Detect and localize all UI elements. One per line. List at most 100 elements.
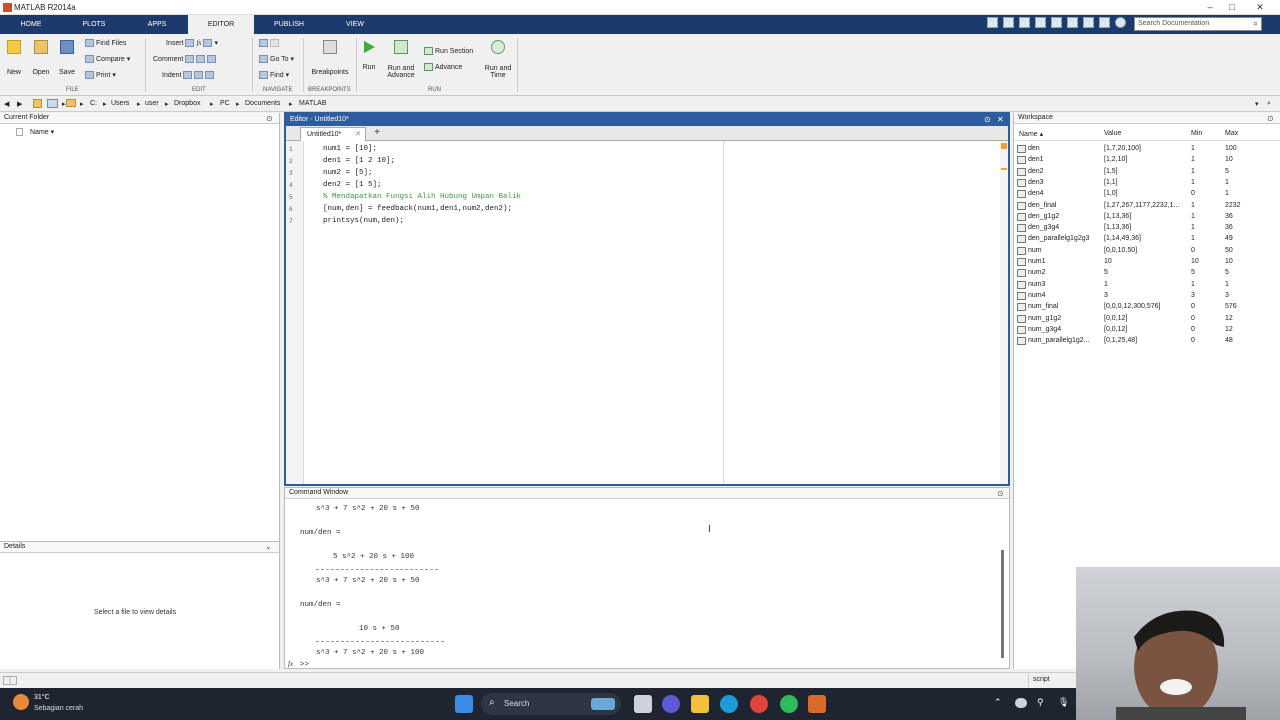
find-button[interactable]: Find ▾ bbox=[259, 71, 289, 80]
switch-windows-icon[interactable] bbox=[1099, 17, 1110, 28]
breadcrumb-dropbox[interactable]: Dropbox bbox=[174, 100, 200, 107]
workspace-row[interactable]: den1 [1,2,10] 1 10 bbox=[1014, 155, 1280, 166]
save-button[interactable]: Save bbox=[57, 40, 77, 76]
workspace-row[interactable]: num_g3g4 [0,0,12] 0 12 bbox=[1014, 325, 1280, 336]
fx-icon[interactable]: fx bbox=[288, 660, 293, 668]
address-dropdown-icon[interactable]: ▾ bbox=[1255, 100, 1259, 108]
search-folder-icon[interactable]: ⌕ bbox=[1267, 100, 1271, 108]
matlab-taskbar-icon[interactable] bbox=[808, 695, 826, 713]
warning-marker[interactable] bbox=[1001, 168, 1007, 170]
maximize-button[interactable]: □ bbox=[1222, 1, 1242, 13]
paste-icon[interactable] bbox=[1051, 17, 1062, 28]
workspace-row[interactable]: den2 [1,5] 1 5 bbox=[1014, 167, 1280, 178]
command-window[interactable]: Command Window ⊙ s^3 + 7 s^2 + 20 s + 50… bbox=[284, 487, 1010, 669]
minimize-button[interactable]: – bbox=[1200, 1, 1220, 13]
editor-actions-icon[interactable]: ⊙ bbox=[984, 115, 991, 124]
run-and-time-button[interactable]: Run and Time bbox=[482, 40, 514, 79]
taskbar-search[interactable]: ⌕ Search bbox=[481, 693, 621, 715]
workspace-row[interactable]: den_final [1,27,267,1177,2232,1... 1 2232 bbox=[1014, 201, 1280, 212]
panel-actions-icon[interactable]: ⊙ bbox=[266, 114, 273, 123]
workspace-row[interactable]: num [0,0,10,50] 0 50 bbox=[1014, 246, 1280, 257]
search-icon[interactable]: ⌕ bbox=[1254, 19, 1258, 29]
tab-plots[interactable]: PLOTS bbox=[62, 15, 126, 34]
command-scrollbar[interactable] bbox=[1001, 550, 1004, 658]
code-line[interactable]: den1 = [1 2 10]; bbox=[323, 157, 395, 165]
code-line[interactable]: num2 = [5]; bbox=[323, 169, 373, 177]
compare-button[interactable]: Compare ▾ bbox=[85, 55, 130, 64]
tab-view[interactable]: VIEW bbox=[324, 15, 386, 34]
panel-actions-icon[interactable]: ⊙ bbox=[997, 489, 1004, 498]
breadcrumb-c[interactable]: C: bbox=[90, 100, 97, 107]
breadcrumb-pc[interactable]: PC bbox=[220, 100, 230, 107]
breadcrumb-user[interactable]: user bbox=[145, 100, 159, 107]
workspace-row[interactable]: num2 5 5 5 bbox=[1014, 268, 1280, 279]
tab-untitled10[interactable]: Untitled10* ✕ bbox=[300, 127, 366, 141]
indent-button[interactable]: Indent bbox=[162, 71, 216, 79]
weather-icon[interactable] bbox=[13, 694, 29, 710]
back-icon[interactable]: ◀ bbox=[4, 100, 9, 108]
editor-scrollbar[interactable] bbox=[1000, 141, 1008, 484]
chevron-up-icon[interactable]: ⌃ bbox=[994, 697, 1002, 708]
tab-editor[interactable]: EDITOR bbox=[188, 15, 254, 34]
chrome-icon[interactable] bbox=[750, 695, 768, 713]
min-column-header[interactable]: Min bbox=[1191, 130, 1202, 137]
workspace-row[interactable]: den4 [1,0] 0 1 bbox=[1014, 189, 1280, 200]
forward-icon[interactable]: ▶ bbox=[17, 100, 22, 108]
tab-home[interactable]: HOME bbox=[0, 15, 62, 34]
workspace-row[interactable]: den_g3g4 [1,13,36] 1 36 bbox=[1014, 223, 1280, 234]
close-tab-icon[interactable]: ✕ bbox=[355, 130, 361, 138]
redo-icon[interactable] bbox=[1083, 17, 1094, 28]
workspace-row[interactable]: num3 1 1 1 bbox=[1014, 280, 1280, 291]
run-section-button[interactable]: Run Section bbox=[424, 47, 473, 55]
command-prompt[interactable]: >> bbox=[300, 661, 309, 669]
workspace-row[interactable]: num_g1g2 [0,0,12] 0 12 bbox=[1014, 314, 1280, 325]
undo-icon[interactable] bbox=[1067, 17, 1078, 28]
cut-icon[interactable] bbox=[1019, 17, 1030, 28]
workspace-row[interactable]: num4 3 3 3 bbox=[1014, 291, 1280, 302]
code-line[interactable]: num1 = [10]; bbox=[323, 145, 377, 153]
workspace-row[interactable]: num_final [0,0,0,12,300,576] 0 576 bbox=[1014, 302, 1280, 313]
copy-icon[interactable] bbox=[1035, 17, 1046, 28]
layout-icon[interactable] bbox=[987, 17, 998, 28]
search-documentation-input[interactable]: Search Documentation ⌕ bbox=[1134, 17, 1262, 31]
code-analyzer-indicator[interactable] bbox=[1001, 143, 1007, 149]
chat-icon[interactable] bbox=[662, 695, 680, 713]
edge-icon[interactable] bbox=[720, 695, 738, 713]
code-line[interactable]: printsys(num,den); bbox=[323, 217, 404, 225]
find-files-button[interactable]: Find Files bbox=[85, 39, 126, 47]
browse-folder-icon[interactable] bbox=[47, 99, 58, 108]
tab-apps[interactable]: APPS bbox=[126, 15, 188, 34]
advance-button[interactable]: Advance bbox=[424, 63, 462, 71]
code-comment-line[interactable]: % Mendapatkan Fungsi Alih Hubung Umpan B… bbox=[323, 193, 521, 201]
workspace-row[interactable]: num_parallelg1g2... [0,1,25,48] 0 48 bbox=[1014, 336, 1280, 347]
windows-start-icon[interactable] bbox=[455, 695, 473, 713]
nav-back-forward[interactable] bbox=[259, 39, 281, 47]
help-icon[interactable] bbox=[1115, 17, 1126, 28]
workspace-row[interactable]: den3 [1,1] 1 1 bbox=[1014, 178, 1280, 189]
open-button[interactable]: Open bbox=[30, 40, 52, 76]
breakpoints-button[interactable]: Breakpoints bbox=[308, 40, 352, 76]
up-folder-icon[interactable] bbox=[33, 99, 42, 108]
save-icon[interactable] bbox=[1003, 17, 1014, 28]
new-button[interactable]: New bbox=[4, 40, 24, 76]
workspace-row[interactable]: den_parallelg1g2g3 [1,14,49,36] 1 49 bbox=[1014, 234, 1280, 245]
weather-temp[interactable]: 31°C bbox=[34, 694, 50, 701]
breadcrumb-matlab[interactable]: MATLAB bbox=[299, 100, 327, 107]
microphone-icon[interactable]: 🎙 bbox=[1058, 697, 1069, 708]
new-tab-icon[interactable]: + bbox=[370, 127, 384, 138]
chevron-down-icon[interactable]: ⌄ bbox=[265, 542, 272, 551]
task-view-icon[interactable] bbox=[634, 695, 652, 713]
print-button[interactable]: Print ▾ bbox=[85, 71, 116, 80]
whatsapp-icon[interactable] bbox=[780, 695, 798, 713]
name-column-header[interactable]: Name ▾ bbox=[30, 128, 54, 136]
code-line[interactable]: den2 = [1 5]; bbox=[323, 181, 382, 189]
workspace-row[interactable]: num1 10 10 10 bbox=[1014, 257, 1280, 268]
name-column-header[interactable]: Name ▴ bbox=[1019, 130, 1043, 138]
tab-publish[interactable]: PUBLISH bbox=[254, 15, 324, 34]
max-column-header[interactable]: Max bbox=[1225, 130, 1238, 137]
run-and-advance-button[interactable]: Run and Advance bbox=[385, 40, 417, 79]
comment-button[interactable]: Comment bbox=[153, 55, 218, 63]
breadcrumb-users[interactable]: Users bbox=[111, 100, 129, 107]
weather-desc[interactable]: Sebagian cerah bbox=[34, 705, 83, 712]
wifi-icon[interactable]: ⚲ bbox=[1037, 697, 1044, 708]
